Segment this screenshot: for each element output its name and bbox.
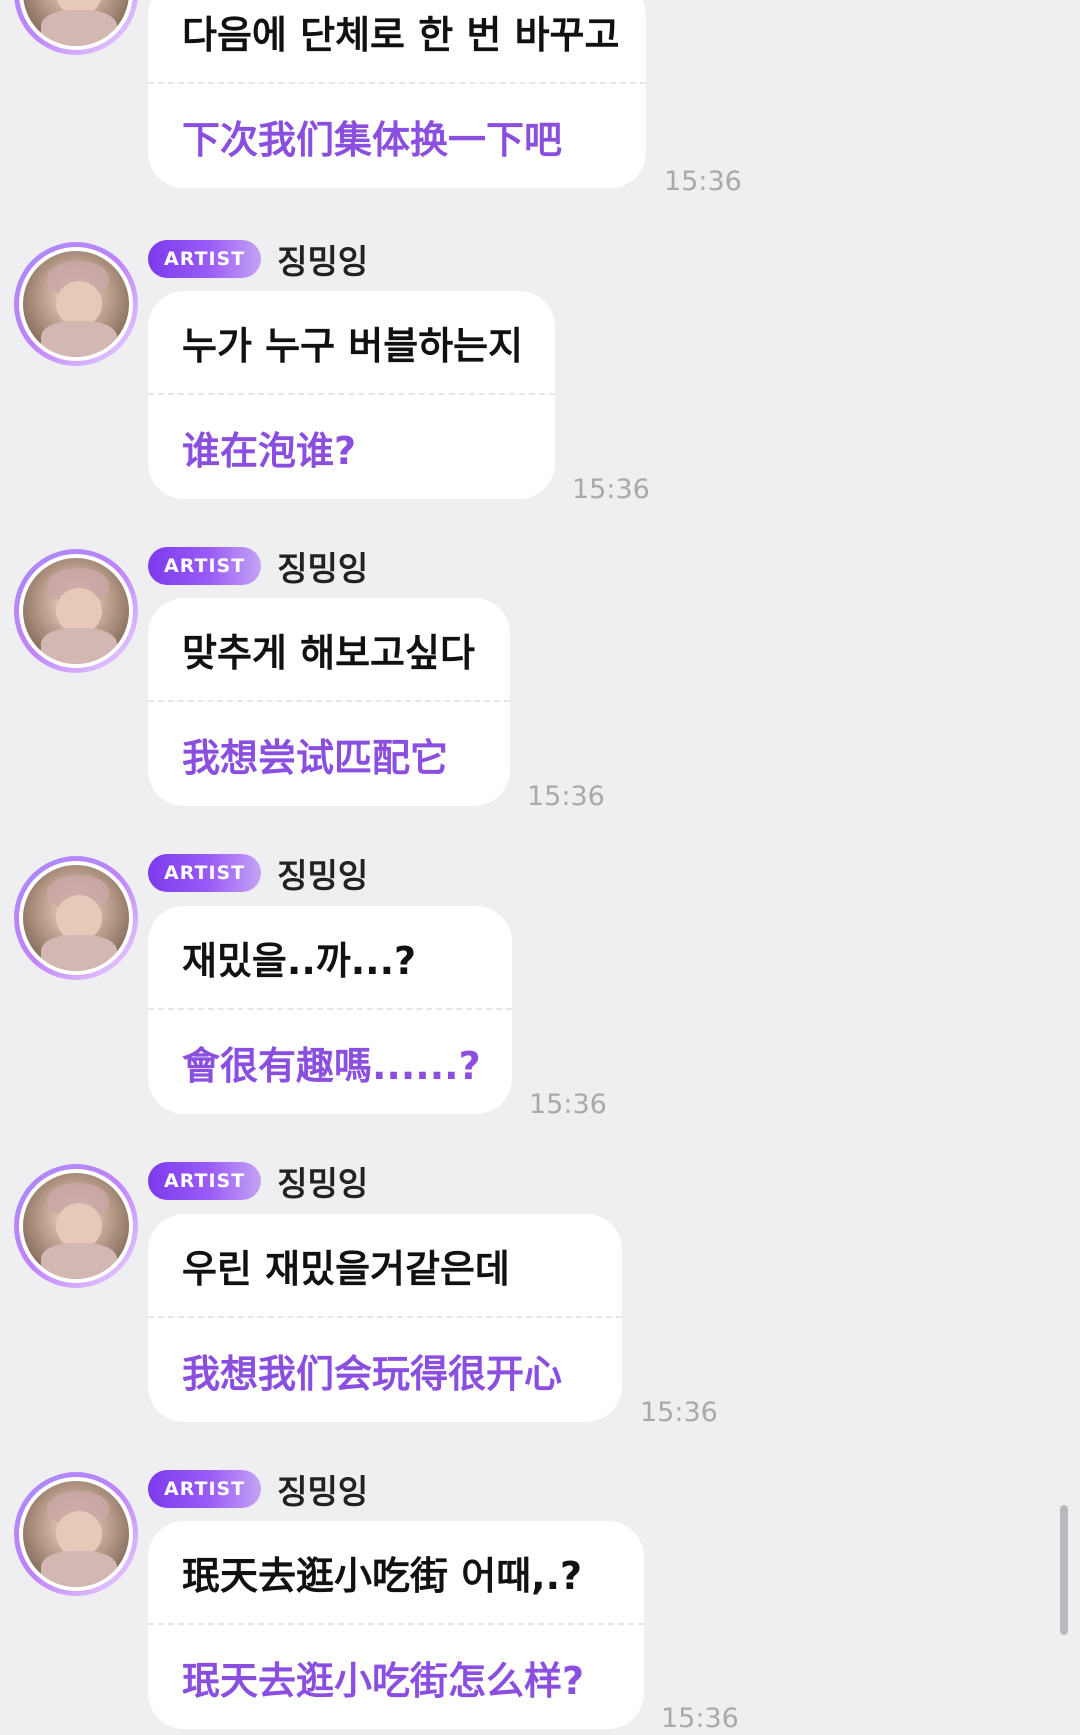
sender-name: 징밍잉 (277, 242, 369, 281)
message-timestamp: 15:36 (527, 781, 605, 812)
message-timestamp: 15:36 (664, 166, 742, 197)
message-timestamp: 15:36 (572, 474, 650, 505)
message-original-text: 珉天去逛小吃街 어때,.? (182, 1553, 583, 1598)
message-sender: ARTIST 징밍잉 (148, 853, 368, 895)
message-sender: ARTIST 징밍잉 (148, 239, 368, 281)
artist-badge: ARTIST (148, 1470, 262, 1508)
artist-badge: ARTIST (148, 240, 262, 278)
message-original-text: 다음에 단체로 한 번 바꾸고 (182, 12, 620, 57)
sender-name: 징밍잉 (277, 1472, 369, 1511)
message-timestamp: 15:36 (640, 1397, 718, 1428)
message-translation-text: 珉天去逛小吃街怎么样? (182, 1658, 585, 1703)
message-original-text: 누가 누구 버블하는지 (182, 323, 524, 368)
artist-avatar[interactable] (14, 242, 138, 366)
artist-avatar[interactable] (14, 1164, 138, 1288)
message-timestamp: 15:36 (529, 1089, 607, 1120)
message-translation-text: 我想尝试匹配它 (182, 735, 449, 780)
message-bubble[interactable]: 다음에 단체로 한 번 바꾸고 下次我们集体换一下吧 (148, 0, 646, 188)
scrollbar-thumb[interactable] (1060, 1505, 1068, 1635)
message-bubble[interactable]: 재밌을..까...? 會很有趣嗎......? (148, 906, 512, 1114)
artist-badge: ARTIST (148, 854, 262, 892)
message-translation-text: 會很有趣嗎......? (182, 1043, 481, 1088)
artist-badge: ARTIST (148, 547, 262, 585)
message-original-text: 맞추게 해보고싶다 (182, 630, 475, 675)
sender-name: 징밍잉 (277, 1164, 369, 1203)
sender-name: 징밍잉 (277, 549, 369, 588)
message-bubble[interactable]: 우린 재밌을거같은데 我想我们会玩得很开心 (148, 1214, 622, 1422)
message-bubble[interactable]: 맞추게 해보고싶다 我想尝试匹配它 (148, 598, 510, 806)
message-timestamp: 15:36 (661, 1703, 739, 1734)
artist-avatar[interactable] (14, 0, 138, 55)
sender-name: 징밍잉 (277, 856, 369, 895)
message-bubble[interactable]: 누가 누구 버블하는지 谁在泡谁? (148, 291, 555, 499)
message-original-text: 우린 재밌을거같은데 (182, 1246, 510, 1291)
message-original-text: 재밌을..까...? (182, 938, 417, 983)
message-sender: ARTIST 징밍잉 (148, 1469, 368, 1511)
artist-avatar[interactable] (14, 1472, 138, 1596)
artist-avatar[interactable] (14, 549, 138, 673)
message-translation-text: 我想我们会玩得很开心 (182, 1351, 563, 1396)
message-sender: ARTIST 징밍잉 (148, 546, 368, 588)
message-sender: ARTIST 징밍잉 (148, 1161, 368, 1203)
artist-badge: ARTIST (148, 1162, 262, 1200)
message-bubble[interactable]: 珉天去逛小吃街 어때,.? 珉天去逛小吃街怎么样? (148, 1521, 644, 1729)
artist-avatar[interactable] (14, 856, 138, 980)
message-translation-text: 下次我们集体换一下吧 (182, 117, 563, 162)
chat-message-list[interactable]: 다음에 단체로 한 번 바꾸고 下次我们集体换一下吧 15:36 ARTIST … (0, 0, 1080, 1735)
message-translation-text: 谁在泡谁? (182, 428, 357, 473)
